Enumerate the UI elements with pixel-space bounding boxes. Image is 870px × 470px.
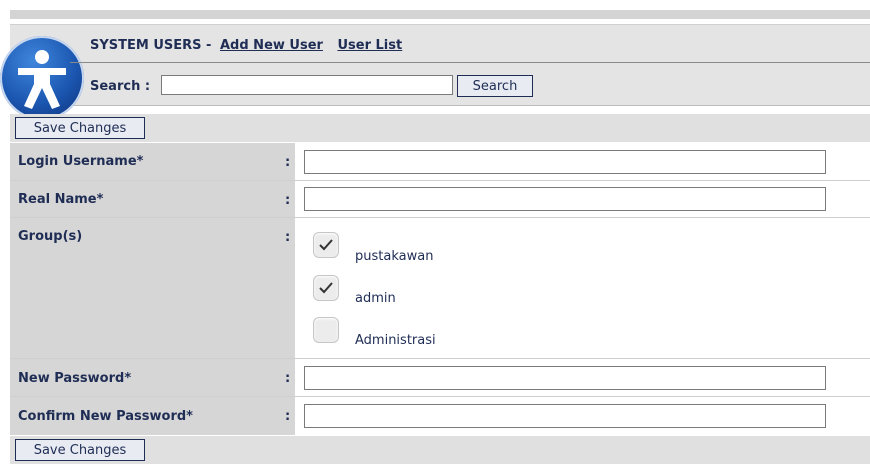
users-logo-icon — [0, 36, 84, 120]
bottom-save-bar: Save Changes — [10, 436, 870, 464]
user-form: Login Username* : Real Name* : Group(s) … — [10, 143, 870, 436]
colon: : — [285, 371, 291, 386]
add-new-user-link[interactable]: Add New User — [220, 38, 323, 53]
row-login-username: Login Username* : — [10, 143, 870, 181]
group-checkbox-administrasi[interactable] — [313, 317, 339, 343]
save-changes-button-bottom[interactable]: Save Changes — [15, 439, 145, 461]
colon: : — [285, 155, 291, 170]
confirm-password-label: Confirm New Password* — [18, 409, 193, 424]
label-cell: New Password* : — [10, 359, 295, 396]
search-label: Search : — [90, 79, 151, 94]
row-groups: Group(s) : pustakawan admin Administrasi — [10, 218, 870, 359]
groups-label: Group(s) — [18, 229, 83, 244]
page-header: SYSTEM USERS - Add New User User List Se… — [0, 24, 870, 120]
group-checkbox-admin[interactable] — [313, 275, 339, 301]
header-divider — [70, 62, 870, 63]
confirm-password-input[interactable] — [304, 404, 826, 428]
login-username-input[interactable] — [304, 150, 826, 174]
group-label-pustakawan: pustakawan — [355, 249, 434, 264]
search-input[interactable] — [161, 75, 453, 95]
row-real-name: Real Name* : — [10, 181, 870, 218]
new-password-input[interactable] — [304, 366, 826, 390]
page-title: SYSTEM USERS - Add New User User List — [90, 38, 402, 53]
login-username-label: Login Username* — [18, 154, 144, 169]
real-name-input[interactable] — [304, 187, 826, 211]
colon: : — [285, 193, 291, 208]
search-button[interactable]: Search — [457, 75, 533, 97]
top-strip — [10, 10, 870, 19]
row-new-password: New Password* : — [10, 359, 870, 397]
checkmark-icon — [319, 239, 333, 251]
label-cell: Confirm New Password* : — [10, 397, 295, 435]
real-name-label: Real Name* — [18, 192, 104, 207]
group-label-admin: admin — [355, 291, 396, 306]
colon: : — [285, 230, 291, 245]
checkmark-icon — [319, 282, 333, 294]
group-label-administrasi: Administrasi — [355, 333, 436, 348]
group-checkbox-pustakawan[interactable] — [313, 232, 339, 258]
label-cell: Group(s) : — [10, 218, 295, 358]
top-save-bar: Save Changes — [10, 114, 870, 142]
new-password-label: New Password* — [18, 371, 132, 386]
colon: : — [285, 409, 291, 424]
save-changes-button-top[interactable]: Save Changes — [15, 117, 145, 139]
user-list-link[interactable]: User List — [337, 38, 402, 53]
page-title-text: SYSTEM USERS - — [90, 38, 216, 53]
label-cell: Real Name* : — [10, 181, 295, 217]
row-confirm-password: Confirm New Password* : — [10, 397, 870, 435]
label-cell: Login Username* : — [10, 143, 295, 180]
